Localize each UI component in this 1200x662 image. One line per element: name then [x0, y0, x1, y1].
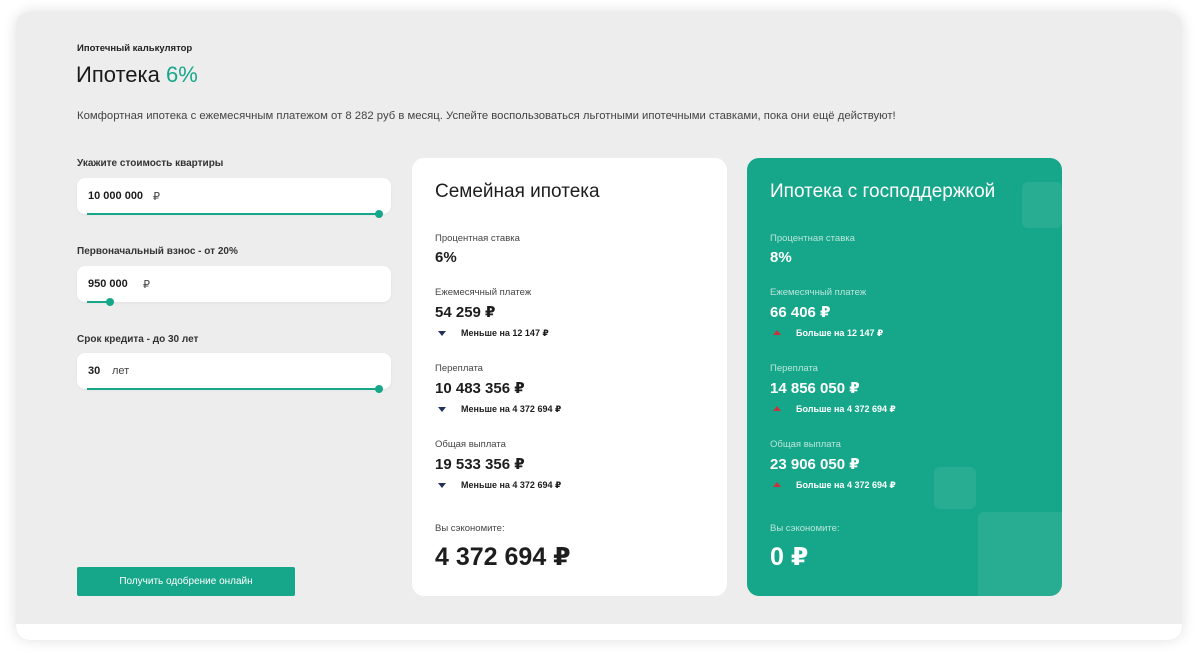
- total-value: 19 533 356 ₽: [435, 456, 525, 473]
- price-input[interactable]: 10 000 000 ₽: [77, 178, 391, 218]
- overpay-value: 10 483 356 ₽: [435, 380, 525, 397]
- term-value: 30: [88, 365, 101, 377]
- promo-text: Комфортная ипотека с ежемесячным платежо…: [77, 110, 896, 122]
- down-payment-slider[interactable]: [87, 298, 379, 306]
- rate-value: 6%: [435, 249, 457, 266]
- bottom-strip: [16, 624, 1182, 640]
- triangle-down-icon: [438, 331, 446, 336]
- savings-label: Вы сэкономите:: [770, 523, 840, 534]
- calculator-window: Ипотечный калькулятор Ипотека 6% Комфорт…: [16, 12, 1182, 640]
- triangle-up-icon: [773, 330, 781, 335]
- page-title-text: Ипотека: [76, 62, 160, 87]
- total-value: 23 906 050 ₽: [770, 456, 860, 473]
- savings-label: Вы сэкономите:: [435, 523, 505, 534]
- card-title: Семейная ипотека: [435, 181, 600, 202]
- overpay-value: 14 856 050 ₽: [770, 380, 860, 397]
- total-delta: Больше на 4 372 694 ₽: [796, 480, 896, 490]
- decorative-square: [934, 467, 976, 509]
- rate-value: 8%: [770, 249, 792, 266]
- total-delta: Меньше на 4 372 694 ₽: [461, 480, 562, 490]
- state-mortgage-card: Ипотека с господдержкой Процентная ставк…: [747, 158, 1062, 596]
- decorative-square: [1022, 182, 1062, 228]
- monthly-label: Ежемесячный платеж: [435, 287, 532, 298]
- monthly-value: 54 259 ₽: [435, 304, 496, 321]
- price-slider-thumb[interactable]: [375, 210, 383, 218]
- family-mortgage-card: Семейная ипотека Процентная ставка 6% Еж…: [412, 158, 727, 596]
- overpay-label: Переплата: [435, 363, 483, 374]
- price-unit: ₽: [153, 191, 160, 203]
- page-title-accent: 6%: [166, 62, 198, 87]
- down-payment-label: Первоначальный взнос - от 20%: [77, 246, 238, 257]
- rate-label: Процентная ставка: [770, 233, 855, 244]
- price-slider[interactable]: [87, 210, 383, 218]
- down-payment-input[interactable]: 950 000 ₽: [77, 266, 391, 306]
- term-input[interactable]: 30 лет: [77, 353, 391, 393]
- overpay-delta: Больше на 4 372 694 ₽: [796, 404, 896, 414]
- card-title: Ипотека с господдержкой: [770, 181, 996, 202]
- term-label: Срок кредита - до 30 лет: [77, 334, 199, 345]
- monthly-value: 66 406 ₽: [770, 304, 831, 321]
- monthly-delta: Меньше на 12 147 ₽: [461, 328, 549, 338]
- down-payment-unit: ₽: [143, 279, 150, 291]
- down-payment-slider-thumb[interactable]: [106, 298, 115, 306]
- triangle-down-icon: [438, 407, 446, 412]
- price-label: Укажите стоимость квартиры: [77, 158, 224, 169]
- triangle-up-icon: [773, 406, 781, 411]
- price-value: 10 000 000: [88, 190, 144, 202]
- term-slider-thumb[interactable]: [375, 385, 383, 393]
- term-unit: лет: [112, 365, 130, 377]
- page-title: Ипотека 6%: [76, 62, 198, 88]
- price-slider-fill: [87, 213, 379, 215]
- total-label: Общая выплата: [770, 439, 841, 450]
- total-label: Общая выплата: [435, 439, 506, 450]
- decorative-square: [978, 512, 1062, 596]
- savings-value: 0 ₽: [770, 543, 809, 571]
- get-approval-button[interactable]: Получить одобрение онлайн: [77, 567, 295, 596]
- overpay-label: Переплата: [770, 363, 818, 374]
- down-payment-value: 950 000: [88, 278, 128, 290]
- savings-value: 4 372 694 ₽: [435, 543, 571, 571]
- term-slider[interactable]: [87, 385, 383, 393]
- term-slider-fill: [87, 388, 379, 390]
- monthly-label: Ежемесячный платеж: [770, 287, 867, 298]
- triangle-up-icon: [773, 482, 781, 487]
- breadcrumb: Ипотечный калькулятор: [77, 43, 193, 54]
- triangle-down-icon: [438, 483, 446, 488]
- overpay-delta: Меньше на 4 372 694 ₽: [461, 404, 562, 414]
- monthly-delta: Больше на 12 147 ₽: [796, 328, 884, 338]
- rate-label: Процентная ставка: [435, 233, 520, 244]
